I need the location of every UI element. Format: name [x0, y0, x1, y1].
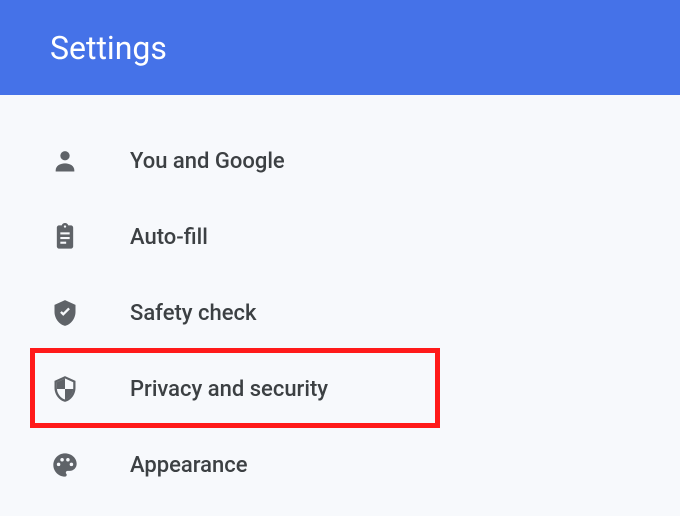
menu-item-label: Appearance: [130, 453, 248, 478]
page-title: Settings: [50, 29, 167, 67]
clipboard-icon: [50, 222, 80, 252]
menu-item-label: You and Google: [130, 149, 285, 174]
menu-item-label: Safety check: [130, 301, 257, 326]
menu-item-label: Auto-fill: [130, 225, 208, 250]
palette-icon: [50, 450, 80, 480]
settings-header: Settings: [0, 0, 680, 95]
shield-security-icon: [50, 374, 80, 404]
shield-check-icon: [50, 298, 80, 328]
menu-item-you-and-google[interactable]: You and Google: [0, 123, 680, 199]
menu-item-privacy-security[interactable]: Privacy and security: [0, 351, 680, 427]
person-icon: [50, 146, 80, 176]
settings-menu: You and Google Auto-fill Safety check: [0, 95, 680, 503]
menu-item-appearance[interactable]: Appearance: [0, 427, 680, 503]
menu-item-label: Privacy and security: [130, 377, 328, 402]
menu-item-autofill[interactable]: Auto-fill: [0, 199, 680, 275]
menu-item-safety-check[interactable]: Safety check: [0, 275, 680, 351]
